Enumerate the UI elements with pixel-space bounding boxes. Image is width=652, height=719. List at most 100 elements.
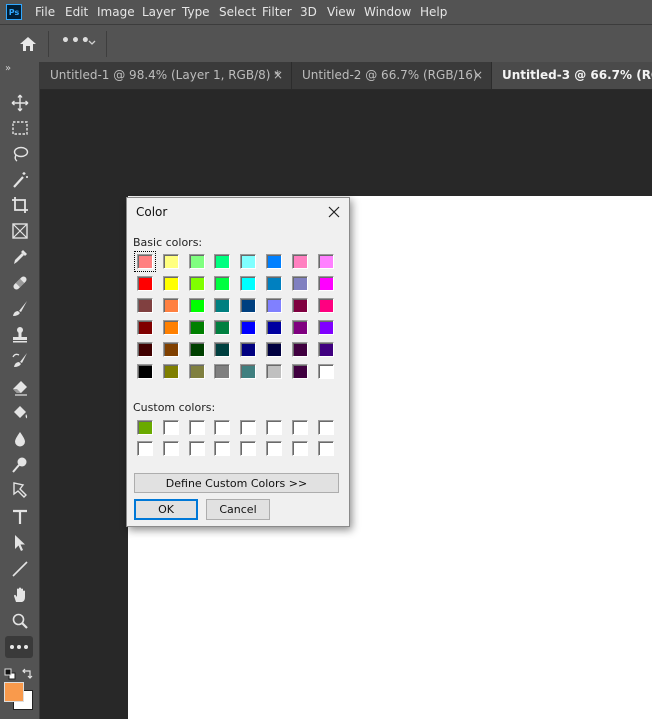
basic-color-swatch[interactable] xyxy=(240,298,257,313)
basic-color-swatch[interactable] xyxy=(266,320,282,335)
magic-wand-tool[interactable] xyxy=(8,169,32,191)
basic-color-swatch[interactable] xyxy=(266,364,282,379)
default-colors-icon[interactable] xyxy=(4,665,16,680)
menu-layer[interactable]: Layer xyxy=(142,5,175,19)
custom-color-swatch[interactable] xyxy=(291,441,308,456)
more-options-button[interactable]: ••• xyxy=(58,33,102,55)
foreground-color-swatch[interactable] xyxy=(4,682,24,702)
pen-tool[interactable] xyxy=(8,480,32,502)
basic-color-swatch[interactable] xyxy=(266,254,282,269)
basic-color-swatch[interactable] xyxy=(137,298,153,313)
basic-color-swatch[interactable] xyxy=(291,364,308,379)
lasso-tool[interactable] xyxy=(8,143,32,165)
basic-color-swatch[interactable] xyxy=(137,320,153,335)
crop-tool[interactable] xyxy=(8,194,32,216)
menu-type[interactable]: Type xyxy=(182,5,210,19)
basic-color-swatch[interactable] xyxy=(240,364,257,379)
move-tool[interactable] xyxy=(8,92,32,114)
tab-untitled-2[interactable]: Untitled-2 @ 66.7% (RGB/16) × xyxy=(292,62,492,89)
basic-color-swatch[interactable] xyxy=(134,251,156,272)
basic-color-swatch[interactable] xyxy=(317,254,334,269)
cancel-button[interactable]: Cancel xyxy=(206,499,270,520)
basic-color-swatch[interactable] xyxy=(266,276,282,291)
hand-tool[interactable] xyxy=(8,584,32,606)
basic-color-swatch[interactable] xyxy=(317,298,334,313)
tab-untitled-1[interactable]: Untitled-1 @ 98.4% (Layer 1, RGB/8) * × xyxy=(40,62,292,89)
custom-color-swatch[interactable] xyxy=(162,441,179,456)
basic-color-swatch[interactable] xyxy=(291,320,308,335)
basic-color-swatch[interactable] xyxy=(188,254,205,269)
basic-color-swatch[interactable] xyxy=(162,342,179,357)
brush-tool[interactable] xyxy=(8,298,32,320)
basic-color-swatch[interactable] xyxy=(266,342,282,357)
basic-color-swatch[interactable] xyxy=(137,364,153,379)
type-tool[interactable] xyxy=(8,506,32,528)
menu-help[interactable]: Help xyxy=(420,5,447,19)
menu-image[interactable]: Image xyxy=(97,5,135,19)
custom-color-swatch[interactable] xyxy=(214,441,231,456)
basic-color-swatch[interactable] xyxy=(188,342,205,357)
tab-close-icon[interactable]: × xyxy=(473,62,483,88)
home-button[interactable] xyxy=(16,33,40,55)
basic-color-swatch[interactable] xyxy=(188,320,205,335)
custom-color-swatch[interactable] xyxy=(214,420,231,435)
basic-color-swatch[interactable] xyxy=(214,364,231,379)
basic-color-swatch[interactable] xyxy=(291,342,308,357)
menu-select[interactable]: Select xyxy=(219,5,256,19)
basic-color-swatch[interactable] xyxy=(137,342,153,357)
blur-tool[interactable] xyxy=(8,428,32,450)
basic-color-swatch[interactable] xyxy=(214,320,231,335)
basic-color-swatch[interactable] xyxy=(162,320,179,335)
basic-color-swatch[interactable] xyxy=(214,342,231,357)
basic-color-swatch[interactable] xyxy=(240,276,257,291)
collapse-panel-icon[interactable]: » xyxy=(5,63,11,74)
basic-color-swatch[interactable] xyxy=(240,342,257,357)
define-custom-colors-button[interactable]: Define Custom Colors >> xyxy=(134,473,339,493)
clone-stamp-tool[interactable] xyxy=(8,324,32,346)
custom-color-swatch[interactable] xyxy=(291,420,308,435)
custom-color-swatch[interactable] xyxy=(137,441,153,456)
dialog-close-button[interactable] xyxy=(323,201,345,223)
eraser-tool[interactable] xyxy=(8,376,32,398)
custom-color-swatch[interactable] xyxy=(188,441,205,456)
paint-bucket-tool[interactable] xyxy=(8,402,32,424)
basic-color-swatch[interactable] xyxy=(240,254,257,269)
basic-color-swatch[interactable] xyxy=(137,276,153,291)
menu-filter[interactable]: Filter xyxy=(262,5,292,19)
marquee-tool[interactable] xyxy=(8,117,32,139)
basic-color-swatch[interactable] xyxy=(317,342,334,357)
menu-window[interactable]: Window xyxy=(364,5,411,19)
basic-color-swatch[interactable] xyxy=(214,298,231,313)
basic-color-swatch[interactable] xyxy=(317,364,334,379)
line-tool[interactable] xyxy=(8,558,32,580)
basic-color-swatch[interactable] xyxy=(214,276,231,291)
basic-color-swatch[interactable] xyxy=(291,254,308,269)
custom-color-swatch[interactable] xyxy=(317,420,334,435)
basic-color-swatch[interactable] xyxy=(188,364,205,379)
tab-untitled-3[interactable]: Untitled-3 @ 66.7% (RGB/8) xyxy=(492,62,652,89)
basic-color-swatch[interactable] xyxy=(317,276,334,291)
basic-color-swatch[interactable] xyxy=(266,298,282,313)
custom-color-swatch[interactable] xyxy=(137,420,153,435)
custom-color-swatch[interactable] xyxy=(162,420,179,435)
ok-button[interactable]: OK xyxy=(134,499,198,520)
custom-color-swatch[interactable] xyxy=(240,441,257,456)
basic-color-swatch[interactable] xyxy=(317,320,334,335)
basic-color-swatch[interactable] xyxy=(291,298,308,313)
basic-color-swatch[interactable] xyxy=(162,298,179,313)
basic-color-swatch[interactable] xyxy=(162,254,179,269)
basic-color-swatch[interactable] xyxy=(291,276,308,291)
menu-edit[interactable]: Edit xyxy=(65,5,88,19)
basic-color-swatch[interactable] xyxy=(240,320,257,335)
menu-view[interactable]: View xyxy=(327,5,355,19)
healing-brush-tool[interactable] xyxy=(8,272,32,294)
swap-colors-icon[interactable] xyxy=(21,665,33,679)
frame-tool[interactable] xyxy=(8,220,32,242)
path-selection-tool[interactable] xyxy=(8,532,32,554)
basic-color-swatch[interactable] xyxy=(188,298,205,313)
custom-color-swatch[interactable] xyxy=(240,420,257,435)
basic-color-swatch[interactable] xyxy=(162,276,179,291)
zoom-tool[interactable] xyxy=(8,610,32,632)
more-tools-button[interactable] xyxy=(5,636,33,658)
custom-color-swatch[interactable] xyxy=(188,420,205,435)
